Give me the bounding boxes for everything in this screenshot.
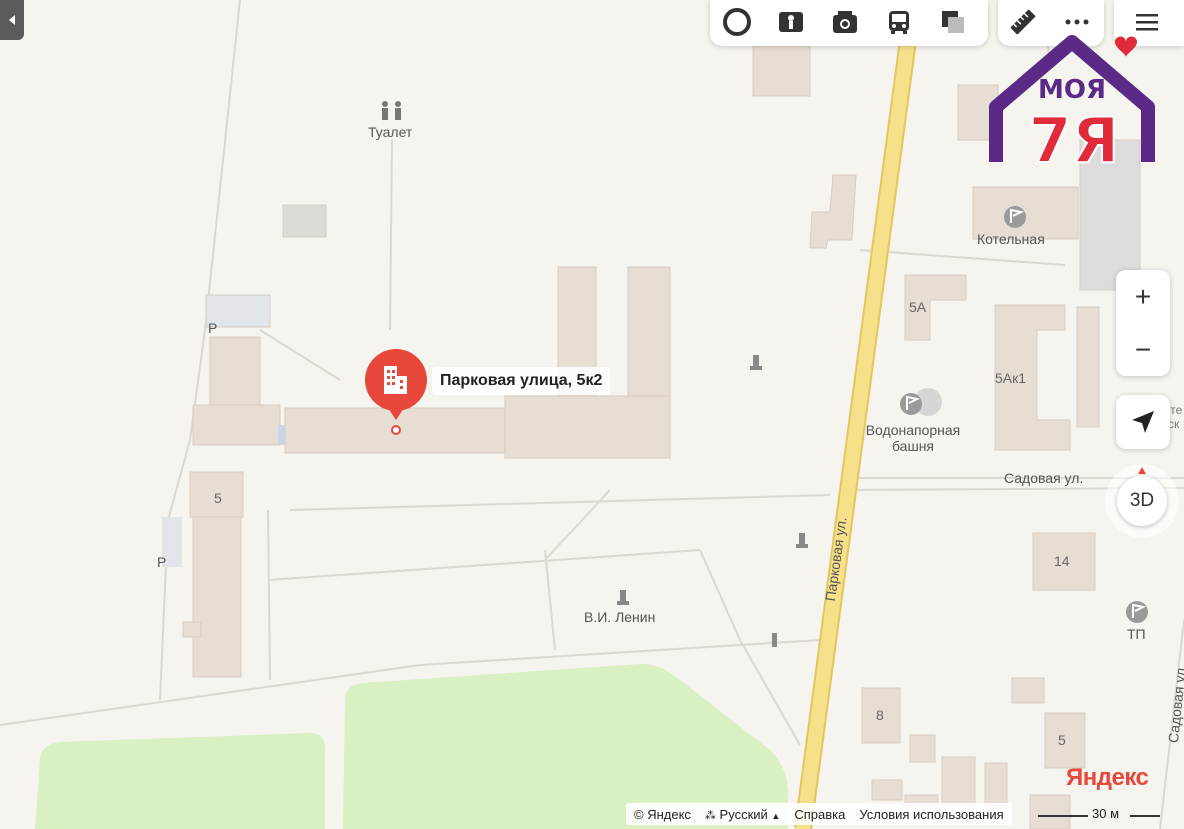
panorama-button[interactable] — [766, 0, 816, 44]
location-arrow-icon — [1132, 411, 1154, 433]
3d-button[interactable]: 3D — [1117, 476, 1167, 526]
map-layers-button[interactable] — [928, 0, 978, 44]
poi-tp-label: ТП — [1127, 626, 1146, 642]
copyright-link[interactable]: © Яндекс — [634, 807, 691, 822]
street-sadovaya-label: Садовая ул. — [1004, 470, 1084, 486]
tp-flag-icon[interactable] — [1126, 601, 1148, 623]
help-link[interactable]: Справка — [794, 807, 845, 822]
monument-icon[interactable] — [750, 355, 762, 370]
language-selector[interactable]: ⁂ Русский ▲ — [705, 807, 780, 822]
parking-label: P — [208, 320, 218, 336]
logo-line1: МОЯ — [1038, 75, 1106, 105]
caret-up-icon: ▲ — [771, 810, 781, 821]
language-icon: ⁂ — [704, 809, 716, 822]
compass-ring[interactable]: 3D — [1105, 464, 1179, 538]
water-tower-flag-icon[interactable] — [900, 388, 942, 416]
house-number-5ak1: 5Ак1 — [995, 370, 1027, 386]
place-title[interactable]: Парковая улица, 5к2 — [432, 367, 611, 395]
lenin-monument-icon[interactable] — [617, 590, 629, 605]
house-number-14: 14 — [1054, 553, 1070, 569]
boiler-flag-icon[interactable] — [1004, 206, 1026, 228]
poi-water-tower-label: Водонапорная башня — [865, 422, 961, 454]
poi-lenin-label: В.И. Ленин — [584, 609, 656, 625]
chevron-left-icon — [9, 15, 15, 25]
poi-small-icon — [772, 633, 777, 647]
yandex-brand-text: Яндекс — [1066, 764, 1149, 791]
zoom-in-button[interactable]: + — [1116, 270, 1170, 323]
circle-logo-icon — [723, 8, 751, 36]
zoom-control: + − — [1116, 270, 1170, 376]
yandex-brand: Яндекс — [1066, 764, 1149, 792]
layers-toolbar — [710, 0, 988, 46]
layers-icon — [942, 11, 964, 33]
poi-toilet-label: Туалет — [368, 124, 413, 140]
poi-boiler-label: Котельная — [977, 231, 1045, 247]
monument-icon[interactable] — [796, 533, 808, 548]
panorama-person-icon — [779, 12, 803, 32]
logo-line2: 7Я — [1029, 104, 1120, 172]
bus-icon — [889, 11, 909, 34]
house-number-8: 8 — [876, 707, 884, 723]
moya-7ya-logo: МОЯ 7Я — [988, 32, 1160, 178]
photos-button[interactable] — [820, 0, 870, 44]
house-number-5-east: 5 — [1058, 732, 1066, 748]
language-label: Русский — [719, 806, 768, 822]
scale-label: 30 м — [1092, 806, 1120, 821]
zoom-out-button[interactable]: − — [1116, 323, 1170, 376]
camera-icon — [833, 11, 857, 33]
my-location-button[interactable] — [1116, 395, 1170, 449]
parking-label-2: P — [157, 554, 167, 570]
sidebar-toggle-button[interactable] — [0, 0, 24, 40]
toilet-icon[interactable] — [382, 101, 401, 120]
map-footer: © Яндекс ⁂ Русский ▲ Справка Условия исп… — [626, 803, 1012, 825]
park-area-left — [35, 733, 325, 829]
house-number-5: 5 — [214, 490, 222, 506]
terms-link[interactable]: Условия использования — [859, 807, 1003, 822]
navigator-layer-button[interactable] — [712, 0, 762, 44]
transport-button[interactable] — [874, 0, 924, 44]
house-number-5a: 5А — [909, 299, 927, 315]
